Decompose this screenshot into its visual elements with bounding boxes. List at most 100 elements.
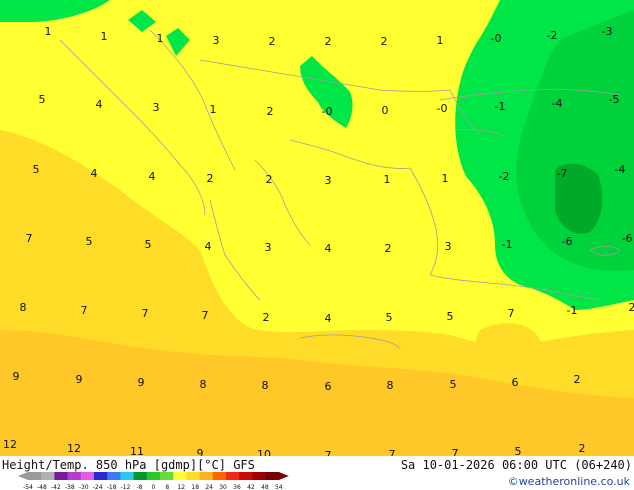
temperature-label: -0 [322, 105, 333, 118]
temperature-label: 4 [205, 240, 212, 253]
temperature-label: 4 [325, 242, 332, 255]
temperature-label: 2 [325, 35, 332, 48]
colorbar-swatch [80, 472, 95, 480]
temperature-label: 2 [385, 242, 392, 255]
weather-map: 1 1 1 3 2 2 2 1 -0 -2 -3 5 4 3 1 2 -0 0 -0 -1 -4 -5 5 4 4 2 2 3 1 1 -2… [0, 0, 634, 490]
temperature-label: -1 [495, 100, 506, 113]
colorbar-tick-label: 54 [275, 484, 283, 490]
temperature-label: 7 [81, 304, 88, 317]
temperature-label: -3 [602, 25, 613, 38]
colorbar-tick-label: 12 [177, 484, 185, 490]
temperature-label: 2 [574, 373, 581, 386]
temperature-label: 5 [450, 378, 457, 391]
colorbar-swatch [186, 472, 201, 480]
temperature-label: 12 [67, 442, 81, 455]
temperature-label: 6 [325, 380, 332, 393]
colorbar-tick-label: 36 [233, 484, 241, 490]
temperature-label: 12 [3, 438, 17, 451]
footer-datetime: Sa 10-01-2026 06:00 UTC (06+240) [401, 458, 632, 472]
temperature-label: 9 [138, 376, 145, 389]
temperature-label: 7 [508, 307, 515, 320]
temperature-label: 3 [325, 174, 332, 187]
temperature-label: -7 [557, 167, 568, 180]
temperature-label: 0 [382, 104, 389, 117]
temperature-label: -1 [567, 304, 578, 317]
colorbar-swatch [67, 472, 82, 480]
colorbar-tick-label: 42 [247, 484, 255, 490]
temperature-label: -2 [547, 29, 558, 42]
colorbar-swatch [265, 472, 280, 480]
temperature-label: 4 [96, 98, 103, 111]
colorbar-swatch [226, 472, 240, 480]
temperature-label: -2 [499, 170, 510, 183]
temperature-label: -4 [552, 97, 563, 110]
colorbar-tick-label: -12 [121, 484, 131, 490]
temperature-label: 4 [325, 312, 332, 325]
colorbar-swatch [94, 472, 108, 480]
colorbar-tick-label: 48 [261, 484, 269, 490]
colorbar-tick-label: -8 [136, 484, 142, 490]
colorbar-swatch [199, 472, 214, 480]
colorbar-swatch [146, 472, 161, 480]
colorbar-tick-label: -42 [51, 484, 61, 490]
temperature-label: -0 [437, 102, 448, 115]
temperature-label: 7 [26, 232, 33, 245]
temperature-label: 3 [265, 241, 272, 254]
colorbar-swatch [173, 472, 187, 480]
colorbar-tick-label: 18 [191, 484, 199, 490]
temperature-label: 3 [213, 34, 220, 47]
temperature-label: 1 [384, 173, 391, 186]
temperature-label: 5 [447, 310, 454, 323]
temperature-label: 5 [386, 311, 393, 324]
temperature-label: 2 [579, 442, 586, 455]
colorbar-tick-label: -54 [23, 484, 33, 490]
colorbar-swatch [212, 472, 227, 480]
temperature-label: 1 [437, 34, 444, 47]
temperature-label: -1 [502, 238, 513, 251]
temperature-label: 8 [20, 301, 27, 314]
temperature-label: 2 [269, 35, 276, 48]
colorbar-swatch [107, 472, 121, 480]
colorbar-tick-label: -18 [107, 484, 117, 490]
temperature-label: 8 [200, 378, 207, 391]
colorbar-swatch [28, 472, 42, 480]
temperature-label: 5 [33, 163, 40, 176]
temperature-label: 4 [91, 167, 98, 180]
colorbar-tick-label: 0 [151, 484, 155, 490]
colorbar-swatch [239, 472, 253, 480]
temperature-label: 7 [202, 309, 209, 322]
colorbar-swatch [41, 472, 55, 480]
colorbar-tick-label: 30 [219, 484, 227, 490]
colorbar-swatch [120, 472, 135, 480]
temperature-label: 2 [267, 105, 274, 118]
footer-credit: ©weatheronline.co.uk [508, 475, 631, 488]
colorbar-tick-label: 24 [205, 484, 213, 490]
temperature-label: 1 [442, 172, 449, 185]
temperature-label: 9 [76, 373, 83, 386]
colorbar-tick-label: -24 [93, 484, 103, 490]
temperature-label: 2 [629, 301, 634, 314]
temperature-label: -5 [609, 93, 620, 106]
temperature-label: 2 [263, 311, 270, 324]
colorbar-tick-label: -30 [79, 484, 89, 490]
temperature-label: -6 [562, 235, 573, 248]
temperature-label: -6 [622, 232, 633, 245]
temperature-label: -4 [615, 163, 626, 176]
footer-title: Height/Temp. 850 hPa [gdmp][°C] GFS [2, 458, 255, 472]
temperature-label: 7 [142, 307, 149, 320]
temperature-label: 1 [210, 103, 217, 116]
temperature-label: 9 [13, 370, 20, 383]
temperature-label: 2 [207, 172, 214, 185]
temperature-label: 1 [45, 25, 52, 38]
colorbar-swatch [133, 472, 148, 480]
temperature-label: 6 [512, 376, 519, 389]
temperature-label: 3 [153, 101, 160, 114]
temperature-label: 1 [101, 30, 108, 43]
colorbar-swatch [160, 472, 174, 480]
temperature-label: 5 [145, 238, 152, 251]
temperature-label: 5 [86, 235, 93, 248]
temperature-label: 5 [39, 93, 46, 106]
temperature-label: 8 [262, 379, 269, 392]
temperature-field [0, 0, 634, 456]
colorbar-tick-label: -48 [37, 484, 47, 490]
